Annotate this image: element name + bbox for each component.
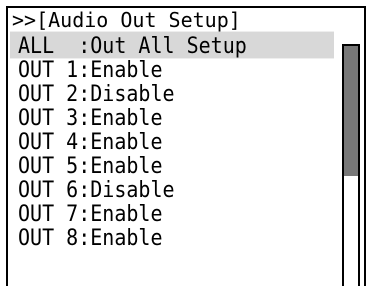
menu-item-out-1[interactable]: OUT 1:Enable	[10, 56, 334, 83]
menu-item-out-8[interactable]: OUT 8:Enable	[10, 224, 334, 251]
menu-item-out-2[interactable]: OUT 2:Disable	[10, 80, 334, 107]
menu-item-all[interactable]: ALL :Out All Setup	[10, 31, 334, 59]
menu-item-out-6[interactable]: OUT 6:Disable	[10, 176, 334, 203]
menu-item-out-7[interactable]: OUT 7:Enable	[10, 200, 334, 227]
menu-scrollbar[interactable]	[342, 44, 360, 286]
menu-item-out-4[interactable]: OUT 4:Enable	[10, 128, 334, 155]
menu-item-out-3[interactable]: OUT 3:Enable	[10, 104, 334, 131]
menu-item-out-5[interactable]: OUT 5:Enable	[10, 152, 334, 179]
menu-list: ALL :Out All Setup OUT 1:Enable OUT 2:Di…	[10, 31, 334, 251]
scrollbar-thumb[interactable]	[344, 46, 358, 176]
audio-out-setup-menu: >>[Audio Out Setup] ALL :Out All Setup O…	[6, 6, 366, 286]
menu-title: >>[Audio Out Setup]	[12, 8, 241, 32]
